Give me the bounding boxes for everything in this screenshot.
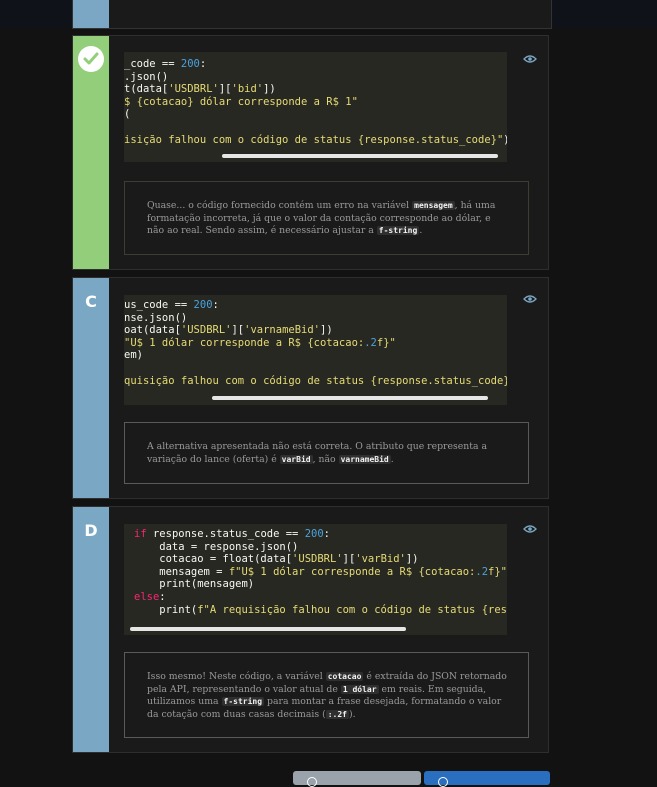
code-line: data = response.json() <box>134 540 299 553</box>
option-strip-selected <box>73 36 109 269</box>
code-line: t(data['USDBRL']['bid']) <box>124 83 276 96</box>
code-block[interactable]: _code == 200: .json() t(data['USDBRL']['… <box>124 52 507 162</box>
code-line: if response.status_code == 200: <box>134 528 330 540</box>
code-line: "U$ 1 dólar corresponde a R$ {cotacao:.2… <box>124 336 396 349</box>
code-tag: f-string <box>376 226 420 236</box>
code-tag: cotacao <box>325 672 364 681</box>
code-tag: varBid <box>279 454 313 464</box>
check-icon <box>78 46 104 72</box>
code-tag: 1 dólar <box>340 684 379 694</box>
eye-icon[interactable] <box>523 524 537 534</box>
code-tag: f-string <box>221 697 265 707</box>
code-block[interactable]: us_code == 200: nse.json() oat(data['USD… <box>124 295 507 405</box>
option-strip: D <box>73 507 109 752</box>
secondary-button[interactable] <box>293 771 421 787</box>
code-tag: :.2f <box>325 709 349 719</box>
code-line: else: <box>134 590 166 603</box>
option-card-b[interactable]: _code == 200: .json() t(data['USDBRL']['… <box>72 35 549 270</box>
previous-option-strip <box>73 0 109 28</box>
option-strip: C <box>73 278 109 498</box>
code-line: print(mensagem) <box>134 578 255 591</box>
feedback-box: Isso mesmo! Neste código, a variável cot… <box>124 652 529 738</box>
code-line: $ {cotacao} dólar corresponde a R$ 1" <box>124 95 358 108</box>
feedback-text: Isso mesmo! Neste código, a variável cot… <box>147 671 507 720</box>
option-letter: C <box>85 292 97 311</box>
code-line: quisição falhou com o código de status {… <box>124 374 507 387</box>
code-line: .json() <box>124 70 169 83</box>
option-card-c[interactable]: C us_code == 200: nse.json() oat(data['U… <box>72 277 549 499</box>
code-line: oat(data['USDBRL']['varnameBid']) <box>124 324 333 337</box>
feedback-box: Quase... o código fornecido contém um er… <box>124 181 529 255</box>
previous-option-card <box>72 0 552 29</box>
code-line: _code == 200: <box>124 58 207 70</box>
button-icon <box>438 777 448 787</box>
feedback-box: A alternativa apresentada não está corre… <box>124 422 529 484</box>
code-line: nse.json() <box>124 311 188 324</box>
button-icon <box>307 777 317 787</box>
eye-icon[interactable] <box>523 294 537 304</box>
code-line: us_code == 200: <box>124 299 219 311</box>
feedback-text: Quase... o código fornecido contém um er… <box>147 200 496 237</box>
primary-button[interactable] <box>424 771 550 787</box>
code-line: isição falhou com o código de status {re… <box>124 133 507 146</box>
feedback-text: A alternativa apresentada não está corre… <box>147 441 488 465</box>
code-line: print(f"A requisição falhou com o código… <box>134 603 507 616</box>
code-tag: varnameBid <box>338 454 391 464</box>
code-line: cotacao = float(data['USDBRL']['varBid']… <box>134 553 419 566</box>
code-scrollbar[interactable] <box>222 154 498 158</box>
option-card-d[interactable]: D if response.status_code == 200: data =… <box>72 506 549 753</box>
code-scrollbar[interactable] <box>130 627 406 631</box>
code-scrollbar[interactable] <box>212 396 488 400</box>
code-line: ( <box>124 108 131 121</box>
code-block[interactable]: if response.status_code == 200: data = r… <box>124 524 507 635</box>
code-line: em) <box>124 349 143 362</box>
code-tag: mensagem <box>412 201 455 210</box>
option-letter: D <box>84 521 98 540</box>
code-line: mensagem = f"U$ 1 dólar corresponde a R$… <box>134 565 507 578</box>
eye-icon[interactable] <box>523 54 537 64</box>
